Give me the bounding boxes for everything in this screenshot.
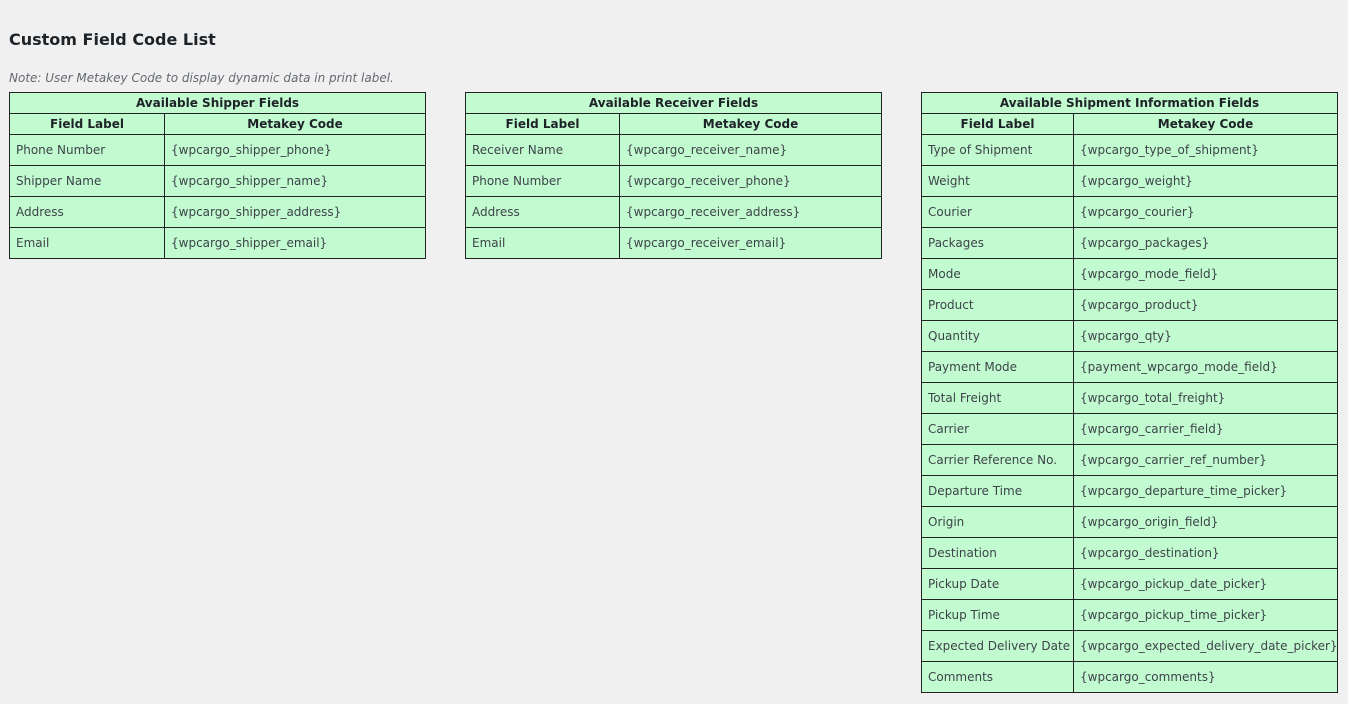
metakey-code-cell: {wpcargo_destination} <box>1073 537 1338 569</box>
metakey-code-cell: {wpcargo_origin_field} <box>1073 506 1338 538</box>
metakey-code-cell: {wpcargo_receiver_phone} <box>619 165 882 197</box>
note-text: Note: User Metakey Code to display dynam… <box>9 71 394 85</box>
field-label-cell: Payment Mode <box>921 351 1074 383</box>
metakey-code-cell: {wpcargo_shipper_email} <box>163 227 427 259</box>
shipper-fields-table: Available Shipper Fields Field Label Met… <box>8 92 427 259</box>
field-label-cell: Address <box>9 196 165 228</box>
column-header-field-label: Field Label <box>921 113 1074 135</box>
page-title: Custom Field Code List <box>9 30 216 49</box>
field-label-cell: Email <box>9 227 165 259</box>
metakey-code-cell: {wpcargo_type_of_shipment} <box>1073 134 1338 166</box>
metakey-code-cell: {wpcargo_carrier_ref_number} <box>1073 444 1338 476</box>
field-label-cell: Carrier Reference No. <box>921 444 1074 476</box>
field-label-cell: Receiver Name <box>465 134 620 166</box>
field-label-cell: Type of Shipment <box>921 134 1074 166</box>
column-header-metakey-code: Metakey Code <box>1073 113 1338 135</box>
metakey-code-cell: {wpcargo_shipper_address} <box>163 196 427 228</box>
field-label-cell: Departure Time <box>921 475 1074 507</box>
table-row: Pickup Date {wpcargo_pickup_date_picker} <box>921 568 1338 600</box>
field-label-cell: Shipper Name <box>9 165 165 197</box>
table-row: Email {wpcargo_shipper_email} <box>9 227 427 259</box>
metakey-code-cell: {wpcargo_receiver_email} <box>619 227 882 259</box>
metakey-code-cell: {wpcargo_courier} <box>1073 196 1338 228</box>
column-header-metakey-code: Metakey Code <box>619 113 882 135</box>
field-label-cell: Mode <box>921 258 1074 290</box>
metakey-code-cell: {wpcargo_qty} <box>1073 320 1338 352</box>
field-label-cell: Pickup Time <box>921 599 1074 631</box>
field-label-cell: Email <box>465 227 620 259</box>
column-header-field-label: Field Label <box>9 113 165 135</box>
column-header-metakey-code: Metakey Code <box>163 113 427 135</box>
metakey-code-cell: {wpcargo_shipper_phone} <box>163 134 427 166</box>
metakey-code-cell: {wpcargo_receiver_address} <box>619 196 882 228</box>
metakey-code-cell: {wpcargo_carrier_field} <box>1073 413 1338 445</box>
table-caption: Available Receiver Fields <box>465 92 882 114</box>
table-row: Carrier Reference No. {wpcargo_carrier_re… <box>921 444 1338 476</box>
metakey-code-cell: {wpcargo_pickup_date_picker} <box>1073 568 1338 600</box>
table-row: Shipper Name {wpcargo_shipper_name} <box>9 165 427 197</box>
metakey-code-cell: {wpcargo_mode_field} <box>1073 258 1338 290</box>
table-row: Departure Time {wpcargo_departure_time_pi… <box>921 475 1338 507</box>
metakey-code-cell: {wpcargo_departure_time_picker} <box>1073 475 1338 507</box>
table-row: Type of Shipment {wpcargo_type_of_shipmen… <box>921 134 1338 166</box>
table-row: Destination {wpcargo_destination} <box>921 537 1338 569</box>
shipment-fields-table: Available Shipment Information Fields Fi… <box>921 92 1338 693</box>
metakey-code-cell: {wpcargo_expected_delivery_date_picker} <box>1073 630 1338 662</box>
field-label-cell: Packages <box>921 227 1074 259</box>
table-caption: Available Shipper Fields <box>8 92 427 114</box>
table-caption: Available Shipment Information Fields <box>921 92 1338 114</box>
table-row: Origin {wpcargo_origin_field} <box>921 506 1338 538</box>
table-row: Product {wpcargo_product} <box>921 289 1338 321</box>
table-row: Phone Number {wpcargo_receiver_phone} <box>465 165 882 197</box>
metakey-code-cell: {payment_wpcargo_mode_field} <box>1073 351 1338 383</box>
table-row: Email {wpcargo_receiver_email} <box>465 227 882 259</box>
table-row: Phone Number {wpcargo_shipper_phone} <box>9 134 427 166</box>
field-label-cell: Quantity <box>921 320 1074 352</box>
table-row: Packages {wpcargo_packages} <box>921 227 1338 259</box>
table-row: Receiver Name {wpcargo_receiver_name} <box>465 134 882 166</box>
metakey-code-cell: {wpcargo_packages} <box>1073 227 1338 259</box>
table-row: Total Freight {wpcargo_total_freight} <box>921 382 1338 414</box>
column-header-field-label: Field Label <box>465 113 620 135</box>
field-label-cell: Courier <box>921 196 1074 228</box>
table-row: Weight {wpcargo_weight} <box>921 165 1338 197</box>
metakey-code-cell: {wpcargo_receiver_name} <box>619 134 882 166</box>
field-label-cell: Total Freight <box>921 382 1074 414</box>
field-label-cell: Phone Number <box>465 165 620 197</box>
table-row: Pickup Time {wpcargo_pickup_time_picker} <box>921 599 1338 631</box>
field-label-cell: Product <box>921 289 1074 321</box>
metakey-code-cell: {wpcargo_product} <box>1073 289 1338 321</box>
metakey-code-cell: {wpcargo_comments} <box>1073 661 1338 693</box>
table-row: Address {wpcargo_shipper_address} <box>9 196 427 228</box>
table-row: Mode {wpcargo_mode_field} <box>921 258 1338 290</box>
table-row: Courier {wpcargo_courier} <box>921 196 1338 228</box>
table-row: Payment Mode {payment_wpcargo_mode_field} <box>921 351 1338 383</box>
field-label-cell: Destination <box>921 537 1074 569</box>
metakey-code-cell: {wpcargo_weight} <box>1073 165 1338 197</box>
table-row: Comments {wpcargo_comments} <box>921 661 1338 693</box>
field-label-cell: Phone Number <box>9 134 165 166</box>
table-row: Carrier {wpcargo_carrier_field} <box>921 413 1338 445</box>
metakey-code-cell: {wpcargo_pickup_time_picker} <box>1073 599 1338 631</box>
field-label-cell: Address <box>465 196 620 228</box>
table-row: Address {wpcargo_receiver_address} <box>465 196 882 228</box>
field-label-cell: Origin <box>921 506 1074 538</box>
field-label-cell: Expected Delivery Date <box>921 630 1074 662</box>
table-row: Expected Delivery Date {wpcargo_expected_… <box>921 630 1338 662</box>
field-label-cell: Pickup Date <box>921 568 1074 600</box>
metakey-code-cell: {wpcargo_total_freight} <box>1073 382 1338 414</box>
field-label-cell: Carrier <box>921 413 1074 445</box>
table-row: Quantity {wpcargo_qty} <box>921 320 1338 352</box>
metakey-code-cell: {wpcargo_shipper_name} <box>163 165 427 197</box>
field-label-cell: Comments <box>921 661 1074 693</box>
field-label-cell: Weight <box>921 165 1074 197</box>
receiver-fields-table: Available Receiver Fields Field Label Me… <box>465 92 882 259</box>
